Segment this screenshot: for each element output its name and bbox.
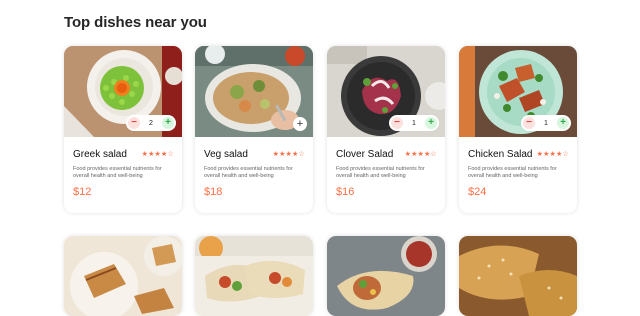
decrease-button[interactable]: − <box>523 117 535 129</box>
decrease-button[interactable]: − <box>128 117 140 129</box>
dish-price: $18 <box>204 186 223 198</box>
dish-price: $12 <box>73 186 92 198</box>
food-card-veg-salad[interactable]: + Veg salad ★★★★☆ Food provides essentia… <box>195 46 313 213</box>
dish-description: Food provides essential nutrients for ov… <box>73 166 162 179</box>
dish-name: Greek salad <box>73 149 127 160</box>
section-title: Top dishes near you <box>64 14 207 31</box>
dish-price: $16 <box>336 186 355 198</box>
rating-stars: ★★★★☆ <box>404 151 437 158</box>
dish-name: Clover Salad <box>336 149 394 160</box>
food-card-lasagna[interactable] <box>64 236 182 316</box>
rating-stars: ★★★★☆ <box>141 151 174 158</box>
increase-button[interactable]: + <box>425 117 437 129</box>
dish-price: $24 <box>468 186 487 198</box>
dish-description: Food provides essential nutrients for ov… <box>336 166 425 179</box>
food-image[interactable] <box>459 236 577 316</box>
rating-stars: ★★★★☆ <box>272 151 305 158</box>
food-card-wrap-platter[interactable] <box>195 236 313 316</box>
quantity-stepper[interactable]: − 1 + <box>521 115 571 131</box>
add-to-cart-button[interactable]: + <box>293 117 307 131</box>
rating-stars: ★★★★☆ <box>536 151 569 158</box>
food-card-clover-salad[interactable]: − 1 + Clover Salad ★★★★☆ Food provides e… <box>327 46 445 213</box>
dish-name: Chicken Salad <box>468 149 533 160</box>
food-image[interactable] <box>327 236 445 316</box>
quantity-value: 2 <box>149 119 153 127</box>
food-image[interactable]: + <box>195 46 313 137</box>
food-card-chicken-salad[interactable]: − 1 + Chicken Salad ★★★★☆ Food provides … <box>459 46 577 213</box>
food-image[interactable] <box>195 236 313 316</box>
food-card-pastry[interactable] <box>459 236 577 316</box>
decrease-button[interactable]: − <box>391 117 403 129</box>
quantity-value: 1 <box>544 119 548 127</box>
food-card-greek-salad[interactable]: − 2 + Greek salad ★★★★☆ Food provides es… <box>64 46 182 213</box>
increase-button[interactable]: + <box>557 117 569 129</box>
dish-description: Food provides essential nutrients for ov… <box>468 166 557 179</box>
food-card-burrito[interactable] <box>327 236 445 316</box>
food-image[interactable] <box>64 236 182 316</box>
food-image[interactable]: − 1 + <box>327 46 445 137</box>
quantity-stepper[interactable]: − 2 + <box>126 115 176 131</box>
dish-description: Food provides essential nutrients for ov… <box>204 166 293 179</box>
quantity-value: 1 <box>412 119 416 127</box>
food-image[interactable]: − 1 + <box>459 46 577 137</box>
increase-button[interactable]: + <box>162 117 174 129</box>
dish-name: Veg salad <box>204 149 248 160</box>
quantity-stepper[interactable]: − 1 + <box>389 115 439 131</box>
food-image[interactable]: − 2 + <box>64 46 182 137</box>
